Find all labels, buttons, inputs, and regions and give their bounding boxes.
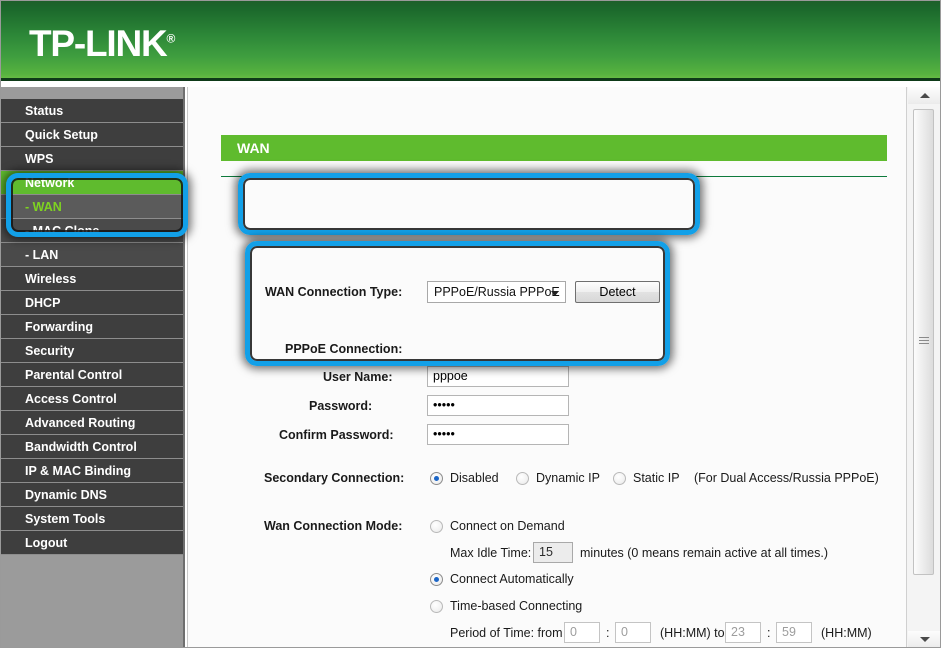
sidebar-item-label: WPS [25,152,54,166]
sidebar-item-advanced-routing[interactable]: Advanced Routing [1,411,183,435]
sidebar-item-label: Access Control [25,392,117,406]
arrow-down-icon [920,637,930,642]
grip-icon [919,337,929,347]
registered-trademark-icon: ® [166,31,176,46]
period-of-time-label: Period of Time: from [450,626,563,640]
sidebar-item-label: Network [25,176,75,190]
sidebar-item-logout[interactable]: Logout [1,531,183,555]
scrollbar-thumb[interactable] [913,109,934,575]
sidebar-item-label: Dynamic DNS [25,488,107,502]
sidebar-item-label: System Tools [25,512,106,526]
sidebar-item-mac-clone[interactable]: - MAC Clone [1,219,183,243]
sidebar-item-label: Parental Control [25,368,123,382]
connect-on-demand-label: Connect on Demand [450,519,565,533]
wan-connection-mode-label: Wan Connection Mode: [264,519,403,533]
sidebar-item-wps[interactable]: WPS [1,147,183,171]
logo-text: TP-LINK [29,23,168,64]
section-divider [221,176,887,177]
username-label: User Name: [323,370,393,384]
confirm-password-label: Confirm Password: [279,428,394,442]
period-to-hour-input[interactable]: 23 [725,622,761,643]
sidebar-item-label: Logout [25,536,68,550]
period-from-hour-input[interactable]: 0 [564,622,600,643]
sidebar-item-access-control[interactable]: Access Control [1,387,183,411]
connect-automatically-label: Connect Automatically [450,572,574,586]
secondary-dynamic-ip-label: Dynamic IP [536,471,600,485]
sidebar-item-forwarding[interactable]: Forwarding [1,315,183,339]
sidebar-item-parental-control[interactable]: Parental Control [1,363,183,387]
password-input[interactable]: ••••• [427,395,569,416]
sidebar-item-label: - WAN [25,200,62,214]
arrow-up-icon [920,93,930,98]
secondary-disabled-radio[interactable] [430,472,443,485]
sidebar-item-ip-mac-binding[interactable]: IP & MAC Binding [1,459,183,483]
confirm-password-input[interactable]: ••••• [427,424,569,445]
detect-button[interactable]: Detect [575,281,660,303]
secondary-static-ip-radio[interactable] [613,472,626,485]
sidebar-item-status[interactable]: Status [1,99,183,123]
sidebar-item-label: Security [25,344,75,358]
on-demand-max-idle-label: Max Idle Time: [450,546,532,560]
sidebar-item-security[interactable]: Security [1,339,183,363]
period-mid-label: (HH:MM) to [660,626,725,640]
secondary-connection-label: Secondary Connection: [264,471,405,485]
sidebar-item-label: DHCP [25,296,61,310]
on-demand-max-idle-units: minutes (0 means remain active at all ti… [580,546,829,560]
sidebar-item-dynamic-dns[interactable]: Dynamic DNS [1,483,183,507]
page-title-label: WAN [237,140,270,156]
time-based-connecting-label: Time-based Connecting [450,599,583,613]
sidebar-item-bandwidth-control[interactable]: Bandwidth Control [1,435,183,459]
time-based-connecting-radio[interactable] [430,600,443,613]
period-from-colon: : [606,626,610,640]
sidebar-item-label: - LAN [25,248,59,262]
period-to-colon: : [767,626,771,640]
scroll-up-button[interactable] [908,87,940,104]
router-admin-page: TP-LINK® Status Quick Setup WPS Network … [0,0,941,648]
sidebar-item-label: Status [25,104,64,118]
chevron-down-icon [551,291,559,296]
sidebar-item-label: Forwarding [25,320,94,334]
username-input[interactable]: pppoe [427,366,569,387]
sidebar-item-label: Advanced Routing [25,416,136,430]
secondary-note: (For Dual Access/Russia PPPoE) [694,471,879,485]
main-content: WAN WAN Connection Type: PPPoE/Russia PP… [187,87,906,647]
sidebar-item-lan[interactable]: - LAN [1,243,183,267]
secondary-dynamic-ip-radio[interactable] [516,472,529,485]
sidebar-item-wan[interactable]: - WAN [1,195,183,219]
page-header: TP-LINK® [1,1,940,81]
secondary-disabled-label: Disabled [450,471,499,485]
period-end-label: (HH:MM) [821,626,872,640]
sidebar-item-label: Bandwidth Control [25,440,137,454]
period-to-minute-input[interactable]: 59 [776,622,812,643]
sidebar-item-wireless[interactable]: Wireless [1,267,183,291]
sidebar-navigation: Status Quick Setup WPS Network - WAN - M… [1,87,185,647]
wan-connection-type-select[interactable]: PPPoE/Russia PPPoE [427,281,566,303]
pppoe-section-label: PPPoE Connection: [285,342,403,356]
sidebar-item-system-tools[interactable]: System Tools [1,507,183,531]
password-label: Password: [309,399,373,413]
sidebar-item-network[interactable]: Network [1,171,183,195]
secondary-static-ip-label: Static IP [633,471,680,485]
page-title: WAN [221,135,887,161]
tp-link-logo: TP-LINK® [29,23,175,65]
period-from-minute-input[interactable]: 0 [615,622,651,643]
sidebar-top-spacer [1,87,183,99]
on-demand-max-idle-input[interactable]: 15 [533,542,573,563]
sidebar-item-label: Wireless [25,272,77,286]
scroll-down-button[interactable] [908,631,940,647]
wan-connection-type-label: WAN Connection Type: [265,285,403,299]
connect-automatically-radio[interactable] [430,573,443,586]
sidebar-item-label: IP & MAC Binding [25,464,132,478]
sidebar-item-label: Quick Setup [25,128,98,142]
sidebar-item-label: - MAC Clone [25,224,100,238]
sidebar-item-quick-setup[interactable]: Quick Setup [1,123,183,147]
vertical-scrollbar[interactable] [906,87,940,647]
wan-connection-type-value: PPPoE/Russia PPPoE [434,285,560,299]
connect-on-demand-radio[interactable] [430,520,443,533]
sidebar-item-dhcp[interactable]: DHCP [1,291,183,315]
